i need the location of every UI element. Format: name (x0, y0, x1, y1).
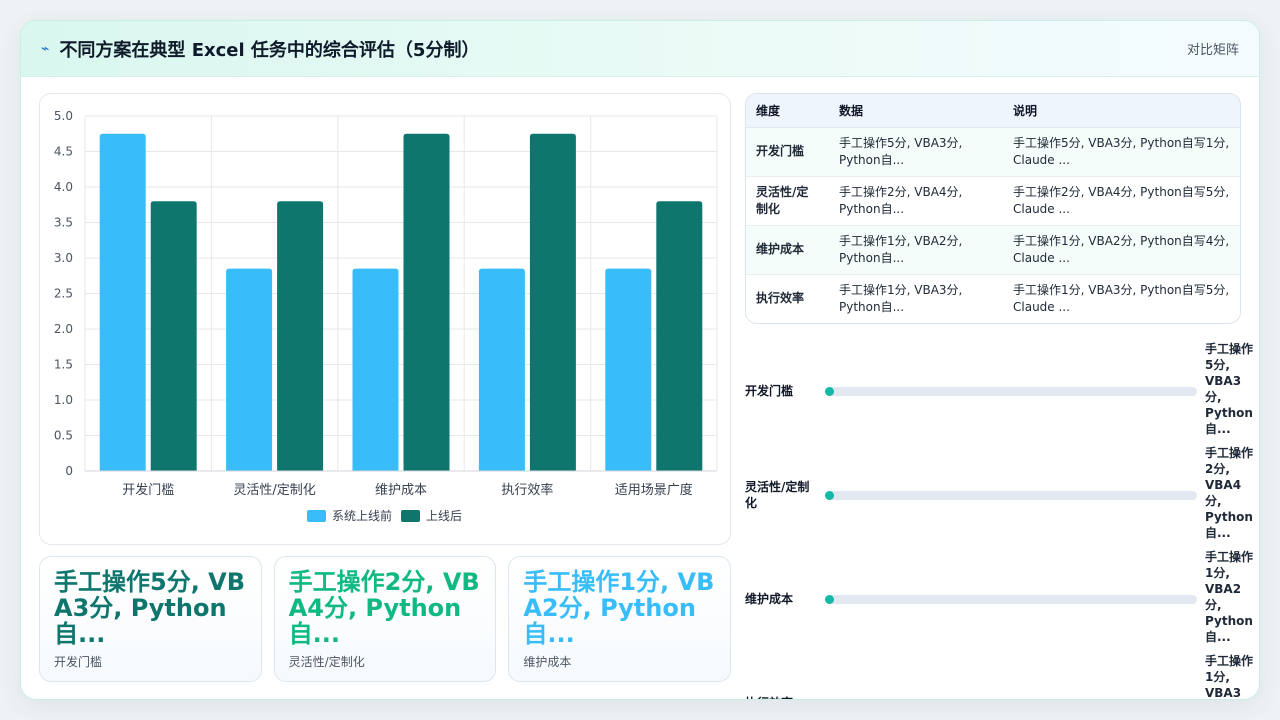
progress-row: 执行效率 手工操作1分, VBA3分, Python自... (745, 651, 1255, 700)
x-tick-label: 执行效率 (501, 482, 553, 498)
bar (226, 268, 273, 471)
y-tick-label: 0 (65, 464, 73, 478)
y-tick-label: 5.0 (54, 109, 73, 123)
bar (403, 133, 450, 471)
comparison-table: 维度 数据 说明 开发门槛 手工操作5分, VBA3分, Python自... … (746, 94, 1240, 323)
y-tick-label: 4.5 (54, 145, 73, 159)
cell-description: 手工操作1分, VBA3分, Python自写5分, Claude ... (1003, 274, 1240, 323)
bar (478, 268, 525, 471)
legend-swatch (401, 510, 420, 522)
bar (352, 268, 399, 471)
bolt-icon: ⌁ (41, 40, 50, 57)
progress-fill (825, 595, 835, 604)
kpi-card: 手工操作5分, VBA3分, Python自... 开发门槛 (39, 556, 262, 682)
title-wrap: ⌁ 不同方案在典型 Excel 任务中的综合评估（5分制） (41, 36, 479, 62)
table-row: 灵活性/定制化 手工操作2分, VBA4分, Python自... 手工操作2分… (746, 176, 1240, 226)
progress-text: 手工操作1分, VBA3分, Python自... (1205, 654, 1254, 700)
x-tick-label: 灵活性/定制化 (233, 483, 315, 498)
legend-swatch (307, 510, 326, 522)
kpi-label: 灵活性/定制化 (288, 655, 365, 669)
kpi-row: 手工操作5分, VBA3分, Python自... 开发门槛 手工操作2分, V… (39, 556, 732, 682)
y-tick-label: 1.5 (54, 358, 73, 372)
progress-row: 灵活性/定制化 手工操作2分, VBA4分, Python自... (745, 443, 1255, 547)
progress-fill (825, 491, 835, 500)
y-tick-label: 2.5 (54, 287, 73, 301)
cell-description: 手工操作5分, VBA3分, Python自写1分, Claude ... (1003, 127, 1240, 177)
progress-text: 手工操作2分, VBA4分, Python自... (1205, 446, 1254, 540)
bar (656, 201, 703, 471)
x-tick-label: 适用场景广度 (615, 482, 693, 498)
progress-label: 开发门槛 (745, 384, 794, 398)
progress-fill (825, 699, 834, 700)
bar (605, 268, 652, 471)
x-tick-label: 维护成本 (375, 483, 427, 498)
bar (529, 133, 576, 471)
comparison-table-card: 维度 数据 说明 开发门槛 手工操作5分, VBA3分, Python自... … (745, 93, 1241, 324)
dashboard-window: ⌁ 不同方案在典型 Excel 任务中的综合评估（5分制） 对比矩阵 0 0.5 1… (20, 20, 1260, 700)
table-row: 维护成本 手工操作1分, VBA2分, Python自... 手工操作1分, V… (746, 225, 1240, 275)
kpi-card: 手工操作1分, VBA2分, Python自... 维护成本 (508, 556, 732, 682)
progress-track (825, 387, 1197, 396)
progress-text: 手工操作5分, VBA3分, Python自... (1205, 342, 1254, 436)
compare-matrix-link[interactable]: 对比矩阵 (1187, 39, 1239, 58)
column-header: 数据 (829, 94, 1003, 128)
cell-data: 手工操作5分, VBA3分, Python自... (829, 127, 1003, 177)
y-tick-label: 2.0 (54, 322, 73, 336)
page-title: 不同方案在典型 Excel 任务中的综合评估（5分制） (59, 39, 480, 61)
table-row: 执行效率 手工操作1分, VBA3分, Python自... 手工操作1分, V… (746, 274, 1240, 323)
cell-dimension: 开发门槛 (746, 127, 829, 177)
kpi-card: 手工操作2分, VBA4分, Python自... 灵活性/定制化 (273, 556, 497, 682)
cell-data: 手工操作2分, VBA4分, Python自... (829, 176, 1003, 226)
progress-label: 维护成本 (745, 592, 794, 606)
progress-track (825, 595, 1197, 604)
cell-dimension: 灵活性/定制化 (746, 176, 829, 226)
legend-label: 上线后 (426, 509, 462, 523)
y-tick-label: 1.0 (54, 393, 73, 407)
progress-text: 手工操作1分, VBA2分, Python自... (1205, 550, 1254, 644)
cell-description: 手工操作2分, VBA4分, Python自写5分, Claude ... (1003, 176, 1240, 226)
cell-data: 手工操作1分, VBA2分, Python自... (829, 225, 1003, 275)
cell-dimension: 维护成本 (746, 225, 829, 275)
progress-label: 执行效率 (745, 651, 819, 699)
progress-label: 灵活性/定制化 (745, 480, 810, 510)
kpi-value: 手工操作5分, VBA3分, Python自... (54, 568, 246, 648)
column-header: 说明 (1003, 94, 1240, 128)
kpi-label: 维护成本 (523, 655, 572, 669)
x-tick-label: 开发门槛 (122, 482, 174, 498)
bar (150, 201, 197, 471)
cell-data: 手工操作1分, VBA3分, Python自... (829, 274, 1003, 323)
cell-dimension: 执行效率 (746, 274, 829, 323)
table-row: 开发门槛 手工操作5分, VBA3分, Python自... 手工操作5分, V… (746, 127, 1240, 177)
progress-track (825, 491, 1197, 500)
progress-track (825, 699, 1197, 700)
column-header: 维度 (746, 94, 829, 128)
y-tick-label: 3.5 (54, 216, 73, 230)
progress-row: 维护成本 手工操作1分, VBA2分, Python自... (745, 547, 1255, 651)
y-tick-label: 0.5 (54, 429, 73, 443)
progress-row: 开发门槛 手工操作5分, VBA3分, Python自... (745, 339, 1255, 443)
y-tick-label: 3.0 (54, 251, 73, 265)
progress-fill (825, 387, 835, 396)
y-tick-label: 4.0 (54, 180, 73, 194)
kpi-label: 开发门槛 (54, 655, 103, 669)
cell-description: 手工操作1分, VBA2分, Python自写4分, Claude ... (1003, 225, 1240, 275)
bar (99, 133, 146, 471)
header: ⌁ 不同方案在典型 Excel 任务中的综合评估（5分制） 对比矩阵 (21, 21, 1259, 77)
bar (277, 201, 324, 471)
kpi-value: 手工操作2分, VBA4分, Python自... (288, 568, 480, 648)
kpi-value: 手工操作1分, VBA2分, Python自... (523, 568, 715, 648)
legend-label: 系统上线前 (332, 508, 392, 523)
table-header-row: 维度 数据 说明 (746, 94, 1240, 128)
progress-list: 开发门槛 手工操作5分, VBA3分, Python自... 灵活性/定制化 手… (745, 339, 1255, 700)
bar-chart-card: 0 0.5 1.0 1.5 2.0 2.5 3.0 3.5 4.0 4.5 5.0 开发门槛 灵活性/定… (39, 93, 731, 545)
bar-chart: 0 0.5 1.0 1.5 2.0 2.5 3.0 3.5 4.0 4.5 5.0 开发门槛 灵活性/定… (54, 109, 718, 523)
